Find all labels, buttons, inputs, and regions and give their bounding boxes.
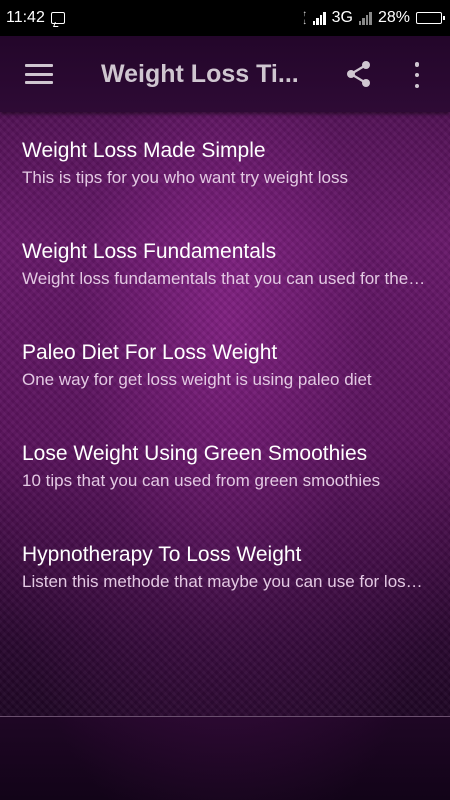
item-description: Listen this methode that maybe you can u… bbox=[22, 572, 427, 591]
more-vert-icon[interactable] bbox=[413, 62, 421, 88]
signal-strength-icon bbox=[312, 11, 326, 25]
list-item[interactable]: Weight Loss Fundamentals Weight loss fun… bbox=[0, 213, 450, 314]
data-activity-icon: ↑ ↓ bbox=[302, 9, 307, 26]
status-left: 11:42 bbox=[6, 9, 65, 27]
item-description: This is tips for you who want try weight… bbox=[22, 168, 348, 187]
article-list: Weight Loss Made Simple This is tips for… bbox=[0, 112, 450, 617]
notification-icon bbox=[50, 12, 65, 24]
item-description: One way for get loss weight is using pal… bbox=[22, 370, 372, 389]
item-title: Weight Loss Fundamentals bbox=[22, 240, 277, 263]
item-description: 10 tips that you can used from green smo… bbox=[22, 471, 381, 490]
status-time: 11:42 bbox=[6, 9, 45, 26]
item-title: Hypnotherapy To Loss Weight bbox=[22, 543, 302, 566]
signal-strength-2-icon bbox=[358, 11, 372, 25]
list-item[interactable]: Weight Loss Made Simple This is tips for… bbox=[0, 112, 450, 213]
item-description: Weight loss fundamentals that you can us… bbox=[22, 269, 427, 288]
battery-icon bbox=[416, 12, 445, 24]
bottom-divider bbox=[0, 716, 450, 717]
battery-percent: 28% bbox=[377, 9, 410, 26]
share-icon[interactable] bbox=[345, 60, 373, 88]
app-screen: 11:42 ↑ ↓ 3G 28% Weight Loss Ti... Weigh… bbox=[0, 0, 450, 800]
list-item[interactable]: Paleo Diet For Loss Weight One way for g… bbox=[0, 314, 450, 415]
list-item[interactable]: Hypnotherapy To Loss Weight Listen this … bbox=[0, 516, 450, 617]
network-type: 3G bbox=[331, 9, 353, 26]
item-title: Lose Weight Using Green Smoothies bbox=[22, 442, 368, 465]
item-title: Paleo Diet For Loss Weight bbox=[22, 341, 278, 364]
app-bar: Weight Loss Ti... bbox=[0, 36, 450, 112]
status-bar: 11:42 ↑ ↓ 3G 28% bbox=[0, 0, 450, 36]
status-right: ↑ ↓ 3G 28% bbox=[302, 9, 445, 27]
app-title: Weight Loss Ti... bbox=[101, 59, 299, 88]
list-item[interactable]: Lose Weight Using Green Smoothies 10 tip… bbox=[0, 415, 450, 516]
item-title: Weight Loss Made Simple bbox=[22, 139, 266, 162]
menu-icon[interactable] bbox=[25, 64, 53, 84]
